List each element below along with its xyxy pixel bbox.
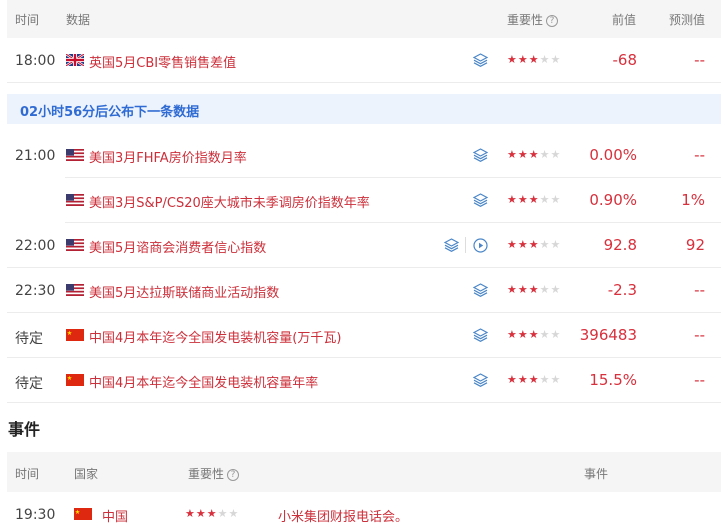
previous-value: 396483 <box>579 326 637 344</box>
previous-value: -2.3 <box>607 281 637 299</box>
importance-stars: ★★★★★ <box>507 283 562 296</box>
us-flag-icon <box>66 239 84 251</box>
us-flag-icon <box>66 284 84 296</box>
indicator-name[interactable]: 美国3月S&P/CS20座大城市未季调房价指数年率 <box>89 192 370 211</box>
data-row[interactable]: 美国3月S&P/CS20座大城市未季调房价指数年率 ★★★★★ 0.90% 1% <box>7 178 721 223</box>
uk-flag-icon <box>66 54 84 66</box>
us-flag-icon <box>66 149 84 161</box>
event-row[interactable]: 19:30 中国 ★★★★★ 小米集团财报电话会。 <box>7 494 721 526</box>
col-event: 事件 <box>584 467 609 481</box>
previous-value: 92.8 <box>603 236 637 254</box>
forecast-value: 1% <box>681 191 705 209</box>
data-row[interactable]: 18:00 英国5月CBI零售销售差值 ★★★★★ -68 -- <box>7 38 721 83</box>
forecast-value: -- <box>694 281 705 299</box>
row-time: 22:30 <box>15 283 56 299</box>
layers-icon[interactable] <box>444 238 459 252</box>
layers-icon[interactable] <box>473 328 488 342</box>
event-time: 19:30 <box>15 507 56 523</box>
layers-icon[interactable] <box>473 53 488 67</box>
previous-value: 0.90% <box>589 191 637 209</box>
row-time: 待定 <box>15 376 43 392</box>
row-time: 22:00 <box>15 238 56 254</box>
event-description[interactable]: 小米集团财报电话会。 <box>278 506 408 525</box>
col-time: 时间 <box>15 467 40 481</box>
col-country: 国家 <box>74 467 99 481</box>
importance-stars: ★★★★★ <box>507 328 562 341</box>
importance-stars: ★★★★★ <box>507 193 562 206</box>
cn-flag-icon <box>66 374 84 386</box>
data-table-header: 时间 数据 重要性? 前值 预测值 <box>7 0 721 38</box>
event-country: 中国 <box>102 510 129 525</box>
indicator-name[interactable]: 美国3月FHFA房价指数月率 <box>89 147 247 166</box>
layers-icon[interactable] <box>473 148 488 162</box>
col-importance: 重要性? <box>188 465 240 482</box>
data-row[interactable]: 22:30 美国5月达拉斯联储商业活动指数 ★★★★★ -2.3 -- <box>7 268 721 313</box>
previous-value: 15.5% <box>589 371 637 389</box>
row-time: 18:00 <box>15 53 56 69</box>
row-time: 21:00 <box>15 148 56 164</box>
forecast-value: -- <box>694 51 705 69</box>
next-release-banner: 02小时56分后公布下一条数据 <box>7 94 721 124</box>
events-section-title: 事件 <box>8 420 41 439</box>
col-forecast: 预测值 <box>669 13 706 27</box>
layers-icon[interactable] <box>473 193 488 207</box>
col-time: 时间 <box>15 13 40 27</box>
importance-stars: ★★★★★ <box>507 238 562 251</box>
indicator-name[interactable]: 英国5月CBI零售销售差值 <box>89 52 236 71</box>
forecast-value: -- <box>694 371 705 389</box>
data-row[interactable]: 21:00 美国3月FHFA房价指数月率 ★★★★★ 0.00% -- <box>7 133 721 178</box>
indicator-name[interactable]: 中国4月本年迄今全国发电装机容量年率 <box>89 372 318 391</box>
layers-icon[interactable] <box>473 283 488 297</box>
question-circle-icon[interactable]: ? <box>546 15 559 27</box>
events-table-header: 时间 国家 重要性? 事件 <box>7 452 721 492</box>
row-time: 待定 <box>15 331 43 347</box>
cn-flag-icon <box>66 329 84 341</box>
question-circle-icon[interactable]: ? <box>227 469 240 481</box>
importance-stars: ★★★★★ <box>507 148 562 161</box>
indicator-name[interactable]: 中国4月本年迄今全国发电装机容量(万千瓦) <box>89 327 341 346</box>
previous-value: 0.00% <box>589 146 637 164</box>
col-previous: 前值 <box>612 13 637 27</box>
importance-stars: ★★★★★ <box>507 373 562 386</box>
indicator-name[interactable]: 美国5月达拉斯联储商业活动指数 <box>89 282 279 301</box>
play-circle-icon[interactable] <box>473 238 488 253</box>
importance-stars: ★★★★★ <box>185 507 240 520</box>
data-row[interactable]: 待定 中国4月本年迄今全国发电装机容量年率 ★★★★★ 15.5% -- <box>7 358 721 403</box>
layers-icon[interactable] <box>473 373 488 387</box>
data-row[interactable]: 22:00 美国5月谘商会消费者信心指数 ★★★★★ 92.8 92 <box>7 223 721 268</box>
forecast-value: 92 <box>685 236 705 254</box>
data-row[interactable]: 待定 中国4月本年迄今全国发电装机容量(万千瓦) ★★★★★ 396483 -- <box>7 313 721 358</box>
importance-stars: ★★★★★ <box>507 53 562 66</box>
icon-divider <box>465 237 466 253</box>
us-flag-icon <box>66 194 84 206</box>
col-data: 数据 <box>66 13 91 27</box>
cn-flag-icon <box>74 508 92 520</box>
forecast-value: -- <box>694 146 705 164</box>
banner-text: 02小时56分后公布下一条数据 <box>20 105 200 120</box>
previous-value: -68 <box>612 51 638 69</box>
forecast-value: -- <box>694 326 705 344</box>
col-importance: 重要性? <box>507 11 559 28</box>
indicator-name[interactable]: 美国5月谘商会消费者信心指数 <box>89 237 266 256</box>
